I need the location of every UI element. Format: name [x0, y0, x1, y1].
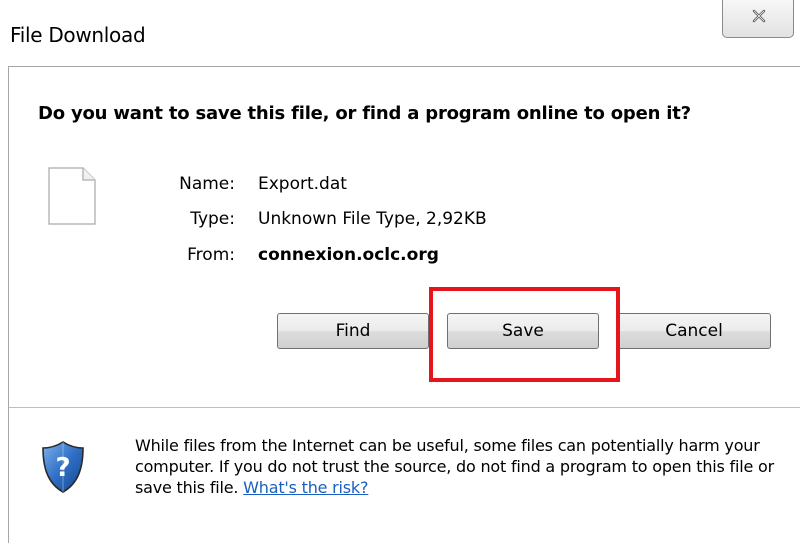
file-source-value: connexion.oclc.org — [258, 245, 439, 265]
save-highlight-annotation — [429, 287, 620, 382]
name-label: Name: — [179, 174, 235, 194]
separator — [9, 407, 800, 408]
svg-text:?: ? — [55, 453, 70, 483]
security-shield-icon: ? — [42, 441, 84, 493]
file-name-value: Export.dat — [258, 174, 347, 194]
from-label: From: — [187, 245, 235, 265]
window-title: File Download — [10, 23, 146, 47]
type-label: Type: — [190, 209, 235, 229]
warning-text: While files from the Internet can be use… — [135, 436, 774, 497]
close-icon — [752, 9, 766, 23]
whats-the-risk-link[interactable]: What's the risk? — [243, 478, 368, 497]
security-warning: While files from the Internet can be use… — [135, 435, 785, 498]
title-bar: File Download — [0, 0, 800, 66]
close-button[interactable] — [722, 0, 794, 38]
dialog-question: Do you want to save this file, or find a… — [38, 103, 691, 124]
find-button[interactable]: Find — [277, 313, 429, 349]
cancel-button[interactable]: Cancel — [617, 313, 771, 349]
file-type-value: Unknown File Type, 2,92KB — [258, 209, 487, 229]
file-download-dialog: File Download Do you want to save this f… — [0, 0, 800, 543]
dialog-panel: Do you want to save this file, or find a… — [8, 66, 800, 543]
